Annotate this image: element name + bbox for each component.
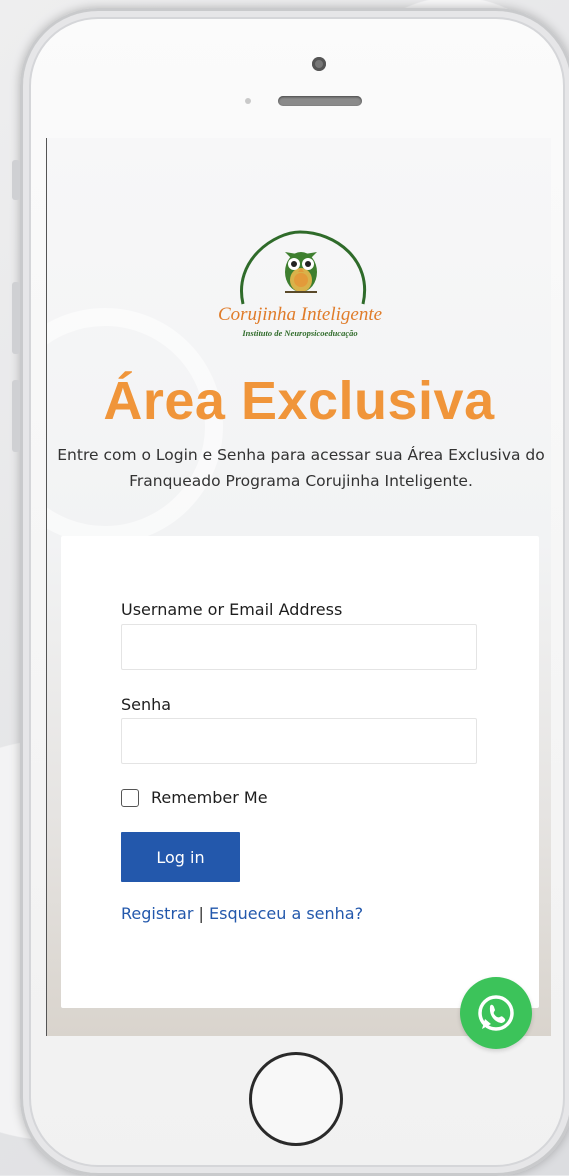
svg-text:Instituto de Neuropsicoeducaçã: Instituto de Neuropsicoeducação bbox=[241, 328, 357, 338]
page-subtitle: Entre com o Login e Senha para acessar s… bbox=[57, 446, 545, 490]
whatsapp-button[interactable] bbox=[460, 977, 532, 1049]
phone-screen: Corujinha Inteligente Instituto de Neuro… bbox=[46, 138, 551, 1036]
link-separator: | bbox=[198, 904, 204, 923]
page-title: Área Exclusiva bbox=[103, 371, 495, 431]
owl-logo-icon: Corujinha Inteligente Instituto de Neuro… bbox=[218, 230, 382, 338]
remember-me-label[interactable]: Remember Me bbox=[151, 788, 268, 807]
front-camera bbox=[312, 57, 326, 71]
whatsapp-icon bbox=[478, 995, 514, 1031]
password-label: Senha bbox=[121, 695, 172, 714]
mute-switch bbox=[12, 160, 20, 200]
login-card: Username or Email Address Senha Remember… bbox=[61, 536, 539, 1008]
home-button[interactable] bbox=[249, 1052, 343, 1146]
login-button[interactable]: Log in bbox=[121, 832, 240, 882]
username-input[interactable] bbox=[121, 624, 477, 670]
auth-links: Registrar | Esqueceu a senha? bbox=[121, 904, 363, 923]
forgot-password-link[interactable]: Esqueceu a senha? bbox=[209, 904, 363, 923]
proximity-sensor bbox=[245, 98, 251, 104]
password-input[interactable] bbox=[121, 718, 477, 764]
username-label: Username or Email Address bbox=[121, 600, 343, 619]
volume-up-button bbox=[12, 282, 20, 354]
remember-me-checkbox[interactable] bbox=[121, 789, 139, 807]
svg-text:Corujinha Inteligente: Corujinha Inteligente bbox=[218, 304, 382, 325]
volume-down-button bbox=[12, 380, 20, 452]
earpiece-speaker bbox=[278, 96, 362, 106]
register-link[interactable]: Registrar bbox=[121, 904, 193, 923]
